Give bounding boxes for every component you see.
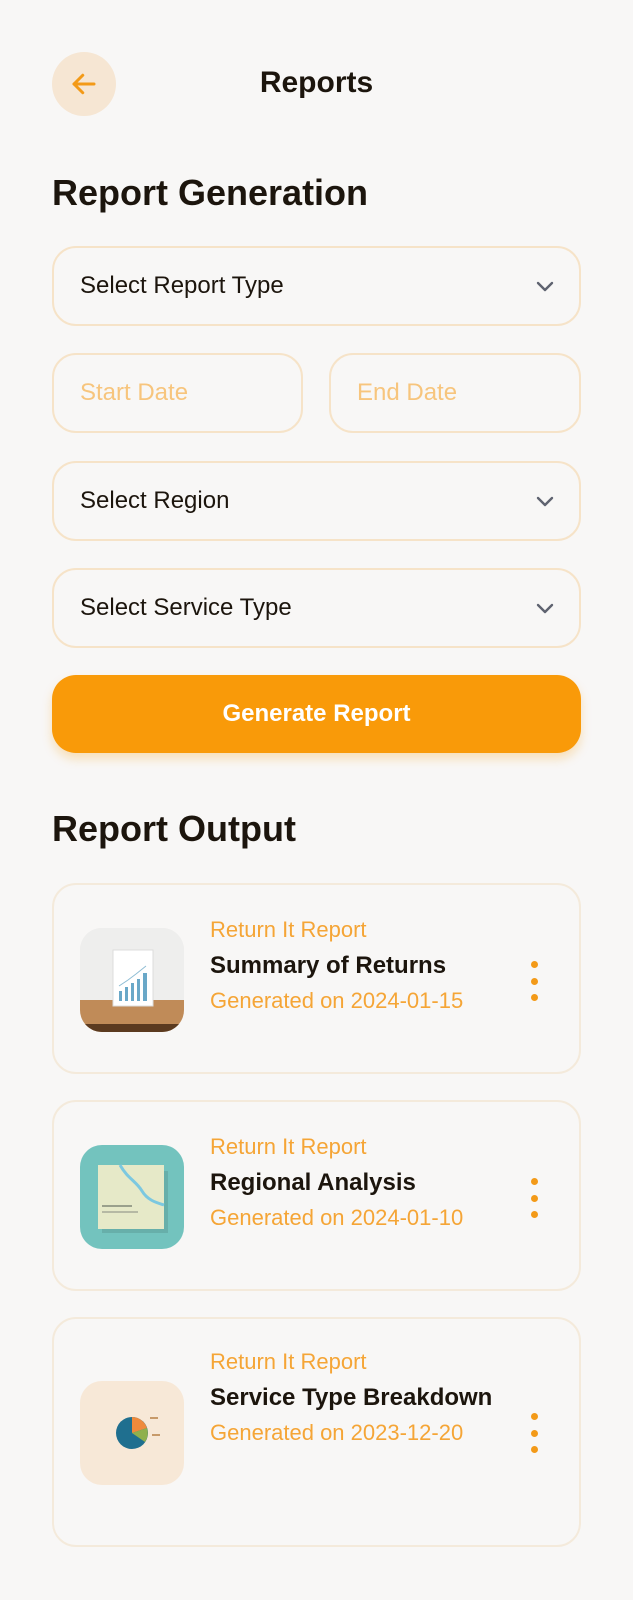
- report-card-text: Return It Report Summary of Returns Gene…: [210, 913, 500, 1017]
- more-vertical-icon-dot: [530, 1446, 538, 1453]
- report-type-value: Select Report Type: [80, 272, 284, 299]
- more-vertical-icon-dot: [530, 1194, 538, 1202]
- report-date: Generated on 2024-01-10: [210, 1205, 464, 1230]
- report-date: Generated on 2023-12-20: [210, 1420, 464, 1445]
- report-date: Generated on 2024-01-15: [210, 988, 464, 1013]
- report-generation-heading: Report Generation: [52, 172, 369, 213]
- more-vertical-icon-dot: [530, 977, 538, 985]
- report-card[interactable]: Return It Report Summary of Returns Gene…: [52, 883, 581, 1074]
- report-type-select[interactable]: Select Report Type: [52, 246, 581, 326]
- report-card-text: Return It Report Regional Analysis Gener…: [210, 1130, 500, 1234]
- more-options-button[interactable]: [527, 961, 541, 1001]
- more-vertical-icon-dot: [530, 1429, 538, 1437]
- more-vertical-icon-dot: [530, 1178, 538, 1185]
- more-options-button[interactable]: [527, 1413, 541, 1453]
- service-type-select[interactable]: Select Service Type: [52, 568, 581, 648]
- report-card[interactable]: Return It Report Regional Analysis Gener…: [52, 1100, 581, 1291]
- region-select[interactable]: Select Region: [52, 461, 581, 541]
- more-options-button[interactable]: [527, 1178, 541, 1218]
- region-value: Select Region: [80, 487, 230, 514]
- more-vertical-icon-dot: [530, 1413, 538, 1420]
- report-card[interactable]: Return It Report Service Type Breakdown …: [52, 1317, 581, 1547]
- more-vertical-icon-dot: [530, 994, 538, 1001]
- generate-report-button[interactable]: Generate Report: [52, 675, 581, 753]
- end-date-field[interactable]: End Date: [329, 353, 581, 433]
- service-type-value: Select Service Type: [80, 594, 292, 621]
- report-card-text: Return It Report Service Type Breakdown …: [210, 1345, 500, 1449]
- report-kicker: Return It Report: [210, 917, 367, 942]
- report-title: Service Type Breakdown: [210, 1384, 493, 1411]
- report-kicker: Return It Report: [210, 1134, 367, 1159]
- report-output-heading: Report Output: [52, 808, 296, 849]
- chevron-down-icon: [536, 603, 554, 614]
- start-date-field[interactable]: Start Date: [52, 353, 303, 433]
- start-date-placeholder: Start Date: [80, 379, 189, 406]
- chevron-down-icon: [536, 496, 554, 507]
- report-title: Regional Analysis: [210, 1169, 416, 1196]
- app-header: Reports: [0, 0, 633, 170]
- report-title: Summary of Returns: [210, 952, 447, 979]
- bar-chart-thumbnail: [80, 928, 184, 1032]
- map-thumbnail: [80, 1145, 184, 1249]
- pie-chart-thumbnail: [80, 1381, 184, 1485]
- page-title: Reports: [259, 66, 374, 99]
- end-date-placeholder: End Date: [357, 379, 458, 406]
- report-kicker: Return It Report: [210, 1349, 367, 1374]
- more-vertical-icon-dot: [530, 961, 538, 968]
- more-vertical-icon-dot: [530, 1211, 538, 1218]
- chevron-down-icon: [536, 281, 554, 292]
